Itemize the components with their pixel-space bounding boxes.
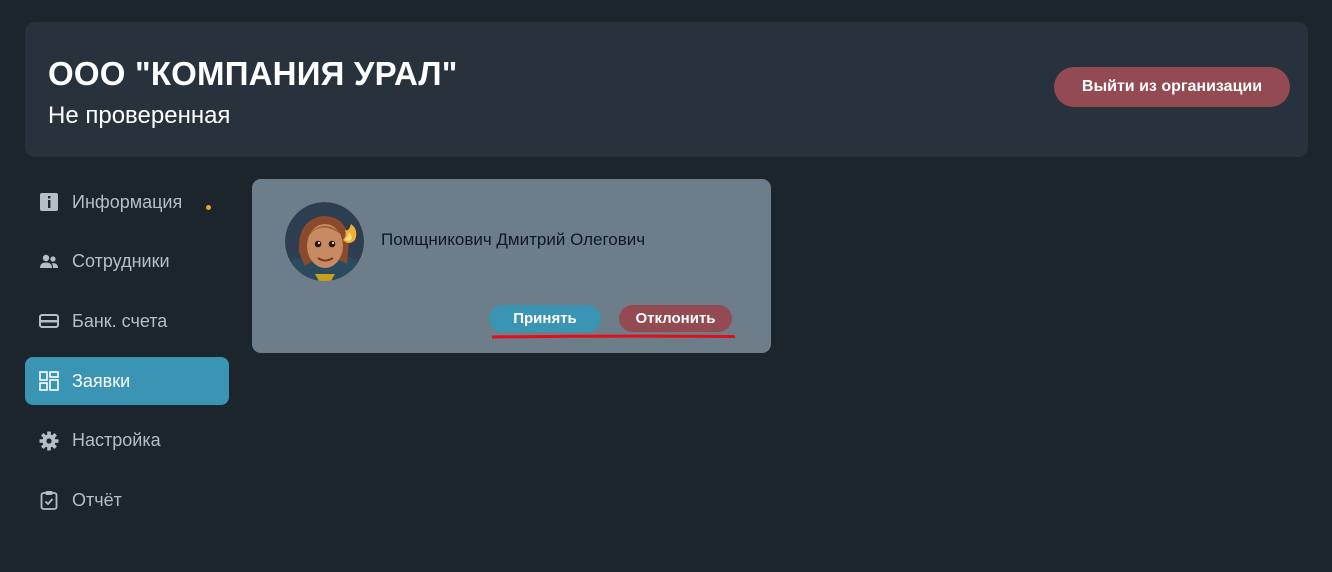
sidebar: Информация Сотрудники Банк. счета Заявки — [25, 178, 229, 536]
sidebar-item-label: Настройка — [72, 430, 161, 451]
accept-button[interactable]: Принять — [489, 305, 601, 332]
card-icon — [39, 311, 59, 331]
clipboard-icon — [39, 490, 59, 511]
annotation-underline — [492, 334, 735, 339]
organization-name: ООО "КОМПАНИЯ УРАЛ" — [48, 55, 458, 92]
grid-icon — [39, 371, 59, 391]
sidebar-item-info[interactable]: Информация — [25, 178, 229, 226]
sidebar-item-label: Информация — [72, 191, 183, 212]
leave-organization-button[interactable]: Выйти из организации — [1054, 67, 1290, 107]
sidebar-item-employees[interactable]: Сотрудники — [25, 238, 229, 286]
sidebar-item-settings[interactable]: Настройка — [25, 417, 229, 465]
sidebar-item-requests[interactable]: Заявки — [25, 357, 229, 406]
people-icon — [39, 252, 59, 272]
avatar — [285, 202, 364, 281]
gear-icon — [39, 431, 59, 451]
applicant-name: Помщникович Дмитрий Олегович — [381, 230, 646, 249]
sidebar-item-report[interactable]: Отчёт — [25, 476, 229, 524]
sidebar-item-label: Заявки — [72, 370, 131, 391]
sidebar-item-bank-accounts[interactable]: Банк. счета — [25, 297, 229, 345]
organization-status: Не проверенная — [48, 102, 231, 129]
sidebar-item-label: Отчёт — [72, 489, 122, 510]
sidebar-item-label: Банк. счета — [72, 310, 168, 331]
reject-button[interactable]: Отклонить — [619, 305, 732, 332]
info-icon — [39, 192, 59, 212]
notification-dot — [206, 205, 211, 210]
organization-header: ООО "КОМПАНИЯ УРАЛ" Не проверенная Выйти… — [25, 22, 1308, 157]
sidebar-item-label: Сотрудники — [72, 251, 170, 272]
request-card: Помщникович Дмитрий Олегович Принять Отк… — [252, 179, 771, 353]
